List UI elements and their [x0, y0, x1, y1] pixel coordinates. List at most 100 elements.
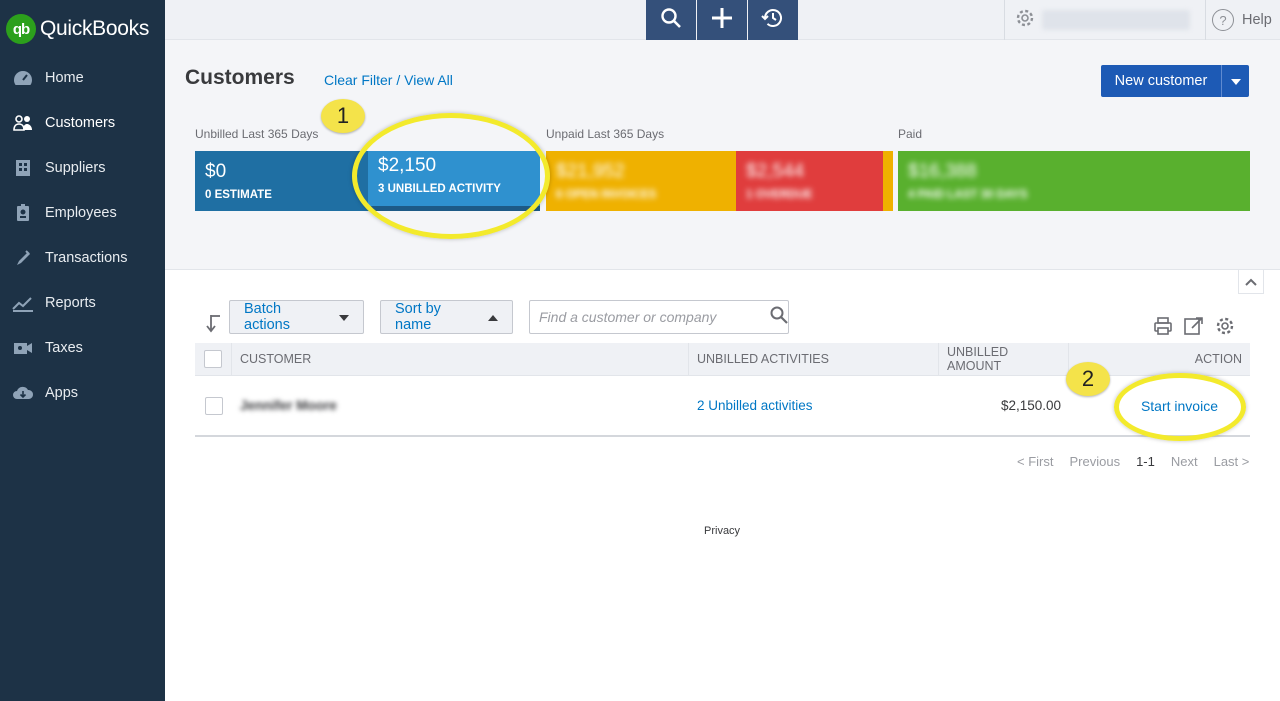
next-page-link[interactable]: Next [1171, 454, 1198, 469]
batch-actions-button[interactable]: Batch actions [229, 300, 364, 334]
sidebar-item-label: Suppliers [45, 159, 106, 176]
reports-icon [12, 293, 34, 313]
search-icon [660, 7, 682, 34]
new-customer-button[interactable]: New customer [1101, 65, 1221, 97]
taxes-icon [12, 338, 34, 358]
customers-header: Customers Clear Filter / View All New cu… [165, 40, 1280, 270]
quick-actions [646, 0, 799, 40]
company-name[interactable] [1042, 10, 1190, 30]
unbilled-activities-cell: 2 Unbilled activities [689, 375, 939, 436]
sidebar-item-label: Home [45, 69, 84, 86]
customers-icon [12, 113, 34, 133]
unpaid-remainder-bar [883, 151, 893, 211]
caret-down-icon [339, 309, 349, 325]
search-icon[interactable] [770, 306, 788, 329]
unbilled-label: Unbilled Last 365 Days [195, 127, 319, 141]
batch-actions-label: Batch actions [244, 301, 290, 333]
customer-search-input[interactable] [539, 309, 748, 325]
previous-page-link[interactable]: Previous [1069, 454, 1120, 469]
sidebar-item-reports[interactable]: Reports [0, 280, 165, 325]
sidebar-nav: Home Customers Suppliers Employees Trans… [0, 55, 165, 415]
page-range: 1-1 [1136, 454, 1155, 469]
column-header-customer[interactable]: CUSTOMER [232, 342, 689, 376]
customer-name[interactable]: Jennifer Moore [240, 398, 337, 413]
quickbooks-logo[interactable]: qb QuickBooks [6, 14, 149, 44]
paid-amount: $16,388 [908, 161, 977, 182]
print-icon[interactable] [1153, 316, 1173, 341]
unbilled-activities-link[interactable]: 2 Unbilled activities [697, 398, 813, 413]
customer-cell: Jennifer Moore [232, 375, 689, 436]
sidebar-item-label: Customers [45, 114, 116, 131]
clear-filter-link[interactable]: Clear Filter / View All [324, 72, 453, 88]
annotation-callout-1: 1 [321, 99, 365, 133]
sidebar-item-home[interactable]: Home [0, 55, 165, 100]
chevron-up-icon [1245, 273, 1257, 291]
help-label: Help [1242, 12, 1272, 28]
sort-by-button[interactable]: Sort by name [380, 300, 513, 334]
sidebar-item-apps[interactable]: Apps [0, 370, 165, 415]
new-customer-dropdown[interactable] [1221, 65, 1249, 97]
gear-icon [1015, 8, 1035, 33]
sidebar-item-label: Reports [45, 294, 96, 311]
search-button[interactable] [646, 0, 696, 40]
pagination: < First Previous 1-1 Next Last > [1017, 454, 1265, 469]
estimate-bar[interactable]: $0 0 ESTIMATE [195, 151, 368, 211]
settings-button[interactable] [1004, 0, 1044, 40]
open-invoices-amount: $21,952 [556, 161, 625, 182]
unpaid-label: Unpaid Last 365 Days [546, 127, 665, 141]
qb-logo-icon: qb [6, 14, 36, 44]
estimate-amount: $0 [205, 161, 227, 182]
help-button[interactable]: ? Help [1205, 0, 1280, 40]
app-name: QuickBooks [40, 17, 150, 40]
unbilled-activity-bar[interactable]: $2,150 3 UNBILLED ACTIVITY [368, 151, 540, 211]
sidebar-item-label: Apps [45, 384, 79, 401]
plus-icon [711, 7, 733, 34]
start-invoice-link[interactable]: Start invoice [1141, 398, 1218, 414]
export-icon[interactable] [1183, 316, 1205, 341]
page-title: Customers [185, 66, 295, 89]
select-all-checkbox[interactable] [204, 350, 222, 368]
paid-caption: 4 PAID LAST 30 DAYS [908, 189, 1028, 201]
collapse-money-bar-button[interactable] [1238, 270, 1264, 294]
annotation-callout-2: 2 [1066, 362, 1110, 396]
last-page-link[interactable]: Last > [1214, 454, 1250, 469]
help-icon: ? [1212, 9, 1234, 31]
sidebar: qb QuickBooks Home Customers Suppliers E… [0, 0, 165, 701]
sidebar-item-customers[interactable]: Customers [0, 100, 165, 145]
unbilled-caption: 3 UNBILLED ACTIVITY [378, 183, 501, 195]
history-icon [761, 7, 785, 34]
top-bar: ? Help [165, 0, 1280, 40]
create-button[interactable] [697, 0, 747, 40]
privacy-link[interactable]: Privacy [704, 525, 740, 537]
paid-label: Paid [898, 127, 923, 141]
sidebar-item-transactions[interactable]: Transactions [0, 235, 165, 280]
sidebar-item-taxes[interactable]: Taxes [0, 325, 165, 370]
sidebar-item-employees[interactable]: Employees [0, 190, 165, 235]
row-checkbox[interactable] [204, 396, 223, 415]
sort-by-label: Sort by name [395, 301, 441, 333]
overdue-bar[interactable]: $2,544 1 OVERDUE [736, 151, 883, 211]
column-header-unbilled-amount[interactable]: UNBILLED AMOUNT [939, 342, 1069, 376]
gear-icon[interactable] [1215, 316, 1235, 341]
paid-bar[interactable]: $16,388 4 PAID LAST 30 DAYS [898, 151, 1250, 211]
recent-transactions-button[interactable] [748, 0, 798, 40]
first-page-link[interactable]: < First [1017, 454, 1053, 469]
caret-down-icon [1230, 72, 1241, 90]
sidebar-item-label: Employees [45, 204, 117, 221]
sidebar-item-label: Transactions [45, 249, 128, 266]
estimate-caption: 0 ESTIMATE [205, 189, 272, 201]
overdue-amount: $2,544 [746, 161, 805, 182]
overdue-caption: 1 OVERDUE [746, 189, 813, 201]
new-customer-split-button: New customer [1101, 65, 1249, 97]
transactions-icon [12, 248, 34, 268]
sidebar-item-label: Taxes [45, 339, 83, 356]
sidebar-item-suppliers[interactable]: Suppliers [0, 145, 165, 190]
column-header-unbilled-activities[interactable]: UNBILLED ACTIVITIES [689, 342, 939, 376]
row-select-cell [195, 375, 232, 436]
employees-icon [12, 203, 34, 223]
select-all-cell [195, 342, 232, 376]
sort-arrow-icon[interactable] [206, 313, 222, 338]
unbilled-amount: $2,150 [378, 155, 437, 176]
open-invoices-bar[interactable]: $21,952 6 OPEN INVOICES [546, 151, 736, 211]
customer-search-field[interactable] [529, 300, 789, 334]
